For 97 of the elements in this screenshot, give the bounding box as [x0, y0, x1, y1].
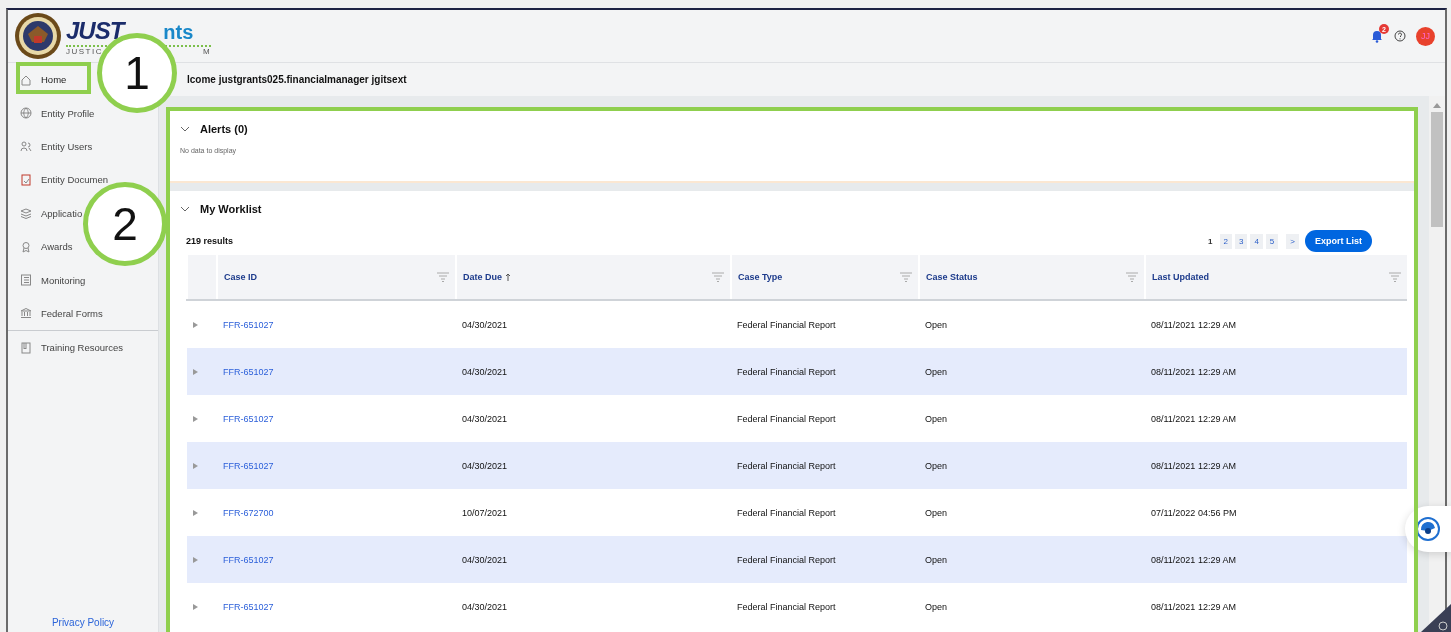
section-title: My Worklist — [200, 203, 262, 215]
help-icon[interactable] — [1394, 30, 1406, 42]
award-icon — [20, 240, 32, 253]
nav-item[interactable]: Entity Profile — [41, 107, 95, 119]
scroll-up-icon — [1433, 102, 1441, 108]
page-button[interactable]: 5 — [1265, 233, 1279, 249]
case-link[interactable]: FFR-672700 — [223, 507, 274, 518]
table-cell: Federal Financial Report — [737, 507, 836, 518]
case-link[interactable]: FFR-651027 — [223, 366, 274, 377]
table-cell: 10/07/2021 — [462, 507, 508, 518]
table-cell: 08/11/2021 12:29 AM — [1151, 554, 1236, 565]
page-button[interactable]: 1 — [1204, 233, 1217, 249]
header-cell — [187, 255, 217, 300]
nav-item[interactable]: Entity Users — [41, 140, 93, 152]
case-link[interactable]: FFR-651027 — [223, 319, 274, 330]
column-title: Last Updated — [1152, 272, 1209, 282]
nav-item[interactable]: Applicatio — [41, 207, 83, 219]
column-header[interactable]: Date Due — [456, 255, 731, 300]
table-cell: 04/30/2021 — [462, 601, 508, 612]
privacy-link[interactable]: Privacy Policy — [8, 617, 158, 628]
table-cell: 08/11/2021 12:29 AM — [1151, 601, 1236, 612]
nav-item[interactable]: Home — [41, 74, 67, 86]
table-cell: Federal Financial Report — [737, 601, 836, 612]
welcome-text: lcome justgrants025.financialmanager jgitsext — [186, 73, 408, 87]
filter-icon[interactable] — [712, 272, 724, 282]
table-cell: Open — [925, 507, 948, 518]
expand-icon[interactable] — [193, 556, 198, 563]
settings-icon[interactable] — [1421, 604, 1451, 632]
table-cell: Federal Financial Report — [737, 554, 836, 565]
nav-item[interactable]: Awards — [41, 241, 73, 253]
book-icon — [20, 341, 32, 354]
table-cell: Open — [925, 413, 948, 424]
column-header[interactable]: Case Type — [731, 255, 919, 300]
table-cell: 04/30/2021 — [462, 413, 508, 424]
column-header[interactable]: Case ID — [217, 255, 456, 300]
layers-icon — [20, 207, 32, 220]
expand-icon[interactable] — [193, 368, 198, 375]
table-cell: 04/30/2021 — [462, 554, 508, 565]
expand-icon[interactable] — [193, 462, 198, 469]
table-cell: 08/11/2021 12:29 AM — [1151, 460, 1236, 471]
table-cell: Open — [925, 319, 948, 330]
filter-icon[interactable] — [900, 272, 912, 282]
table-cell: 08/11/2021 12:29 AM — [1151, 413, 1236, 424]
users-icon — [20, 140, 32, 153]
table-cell: Open — [925, 366, 948, 377]
case-link[interactable]: FFR-651027 — [223, 554, 274, 565]
column-title: Date Due — [463, 272, 502, 282]
seal-icon — [14, 12, 62, 60]
globe-icon — [20, 107, 32, 120]
expand-icon[interactable] — [193, 509, 198, 516]
page-button[interactable]: 3 — [1234, 233, 1248, 249]
expand-icon[interactable] — [193, 415, 198, 422]
table-cell: Federal Financial Report — [737, 413, 836, 424]
document-icon — [20, 173, 32, 186]
filter-icon[interactable] — [437, 272, 449, 282]
table-cell: 08/11/2021 12:29 AM — [1151, 319, 1236, 330]
table-cell: Open — [925, 554, 948, 565]
list-icon — [20, 274, 32, 287]
expand-icon[interactable] — [193, 321, 198, 328]
table-cell: Open — [925, 601, 948, 612]
next-page-button[interactable]: > — [1286, 233, 1299, 249]
page-button[interactable]: 4 — [1250, 233, 1263, 249]
results-count: 219 results — [186, 236, 234, 246]
nav-item[interactable]: Federal Forms — [41, 307, 103, 319]
column-header[interactable]: Case Status — [919, 255, 1145, 300]
table-cell: 04/30/2021 — [462, 366, 508, 377]
table-cell: 08/11/2021 12:29 AM — [1151, 366, 1236, 377]
table-cell: Open — [925, 460, 948, 471]
table-cell: 07/11/2022 04:56 PM — [1151, 507, 1237, 518]
column-title: Case Type — [738, 272, 783, 282]
column-header[interactable]: Last Updated — [1145, 255, 1407, 300]
case-link[interactable]: FFR-651027 — [223, 601, 274, 612]
nav-item[interactable]: Monitoring — [41, 274, 86, 286]
chat-icon — [1415, 516, 1441, 542]
bank-icon — [20, 307, 32, 320]
bell-icon[interactable] — [1370, 29, 1384, 43]
table-cell: Federal Financial Report — [737, 366, 836, 377]
table-cell: 04/30/2021 — [462, 460, 508, 471]
column-title: Case ID — [224, 272, 258, 282]
case-link[interactable]: FFR-651027 — [223, 460, 274, 471]
logo-subtitle: M — [203, 46, 212, 56]
table-cell: Federal Financial Report — [737, 460, 836, 471]
home-icon — [20, 73, 32, 86]
table-cell: Federal Financial Report — [737, 319, 836, 330]
page-button[interactable]: 2 — [1219, 233, 1232, 249]
table-cell: 04/30/2021 — [462, 319, 508, 330]
nav-item[interactable]: Training Resources — [41, 342, 124, 354]
case-link[interactable]: FFR-651027 — [223, 413, 274, 424]
section-title: Alerts (0) — [200, 123, 248, 135]
column-title: Case Status — [926, 272, 978, 282]
chevron-icon[interactable] — [180, 126, 190, 132]
chevron-icon[interactable] — [180, 206, 190, 212]
expand-icon[interactable] — [193, 603, 198, 610]
filter-icon[interactable] — [1126, 272, 1138, 282]
export-button[interactable]: Export List — [1305, 230, 1372, 252]
scroll-thumb[interactable] — [1431, 112, 1443, 227]
filter-icon[interactable] — [1389, 272, 1401, 282]
